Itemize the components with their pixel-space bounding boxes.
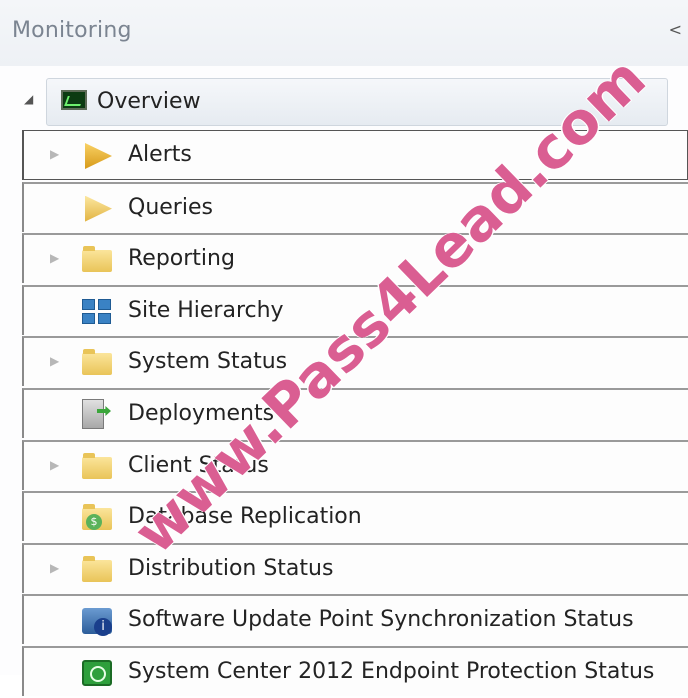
tree-item-label: Distribution Status [128,555,334,581]
monitoring-pane: Monitoring < ◢ Overview ▶ Alerts Queries… [0,0,688,696]
tree-item-label: Alerts [128,142,192,167]
tree-item-label: Reporting [128,246,235,272]
expand-arrow-icon[interactable]: ▶ [50,458,59,472]
site-hierarchy-icon [82,298,112,325]
pane-header: Monitoring < [0,0,688,66]
expand-arrow-icon[interactable]: ▶ [50,561,59,575]
tree-item-reporting[interactable]: ▶ Reporting [22,233,688,284]
tree-item-distribution-status[interactable]: ▶ Distribution Status [22,542,688,593]
monitoring-tree: ▶ Alerts Queries ▶ Reporting Site Hierar… [22,130,688,698]
software-update-icon [82,608,112,637]
tree-item-alerts[interactable]: ▶ Alerts [22,130,688,180]
alerts-icon [85,143,112,169]
collapse-arrow-icon[interactable]: ◢ [24,92,33,106]
tree-item-queries[interactable]: Queries [22,181,688,232]
tree-item-endpoint-protection[interactable]: System Center 2012 Endpoint Protection S… [22,645,688,696]
folder-icon [82,452,112,479]
folder-icon [82,349,112,376]
database-replication-icon [82,504,112,531]
tree-item-label: System Center 2012 Endpoint Protection S… [128,658,655,684]
expand-arrow-icon[interactable]: ▶ [50,147,59,161]
tree-item-overview[interactable]: ◢ Overview [18,78,670,126]
expand-arrow-icon[interactable]: ▶ [50,354,59,368]
expand-arrow-icon[interactable]: ▶ [50,251,59,265]
tree-item-label: Client Status [128,452,269,478]
tree-item-database-replication[interactable]: Database Replication [22,491,688,542]
deployments-icon [82,398,104,429]
tree-item-label: System Status [128,349,288,375]
tree-item-deployments[interactable]: Deployments [22,387,688,438]
folder-icon [82,555,112,582]
tree-item-label: Site Hierarchy [128,297,284,323]
tree-item-software-update-point[interactable]: Software Update Point Synchronization St… [22,594,688,645]
tree-item-label: Database Replication [128,504,362,530]
folder-icon [82,246,112,273]
tree-item-system-status[interactable]: ▶ System Status [22,336,688,387]
endpoint-protection-icon [82,659,112,686]
overview-label: Overview [97,89,201,114]
tree-item-label: Queries [128,194,213,220]
tree-item-client-status[interactable]: ▶ Client Status [22,439,688,490]
overview-node[interactable]: Overview [46,78,668,126]
queries-icon [85,195,112,222]
collapse-pane-icon[interactable]: < [669,20,682,39]
tree-item-site-hierarchy[interactable]: Site Hierarchy [22,284,688,335]
overview-monitor-icon [61,90,87,110]
tree-item-label: Software Update Point Synchronization St… [128,607,634,633]
pane-title: Monitoring [12,18,132,43]
tree-item-label: Deployments [128,400,275,426]
